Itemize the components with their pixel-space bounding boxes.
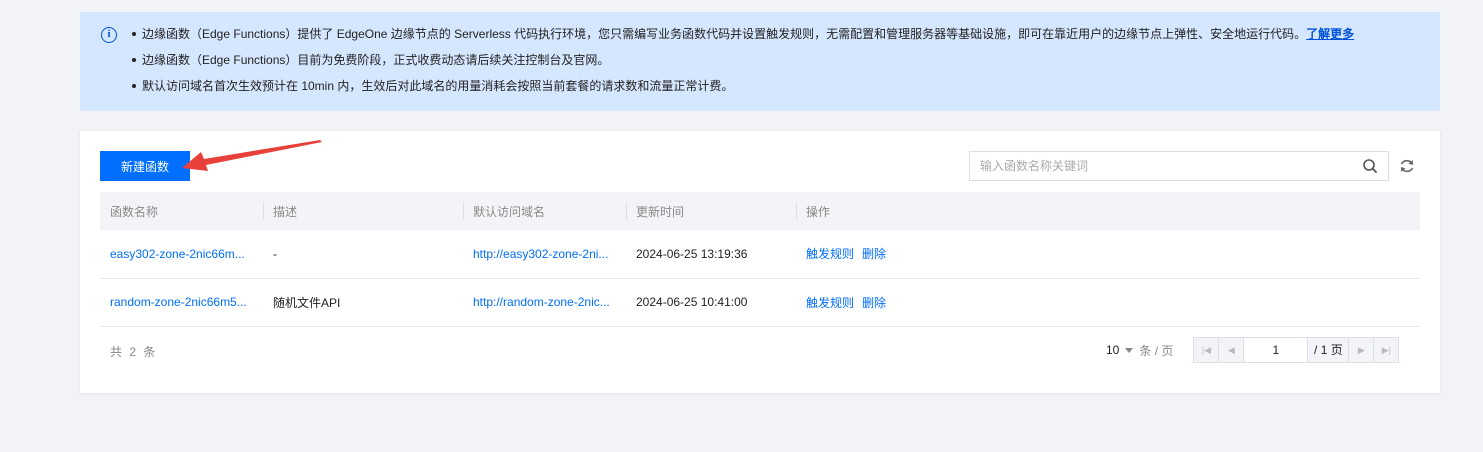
- info-icon: i: [101, 27, 117, 43]
- bullet-dot: [132, 57, 136, 62]
- column-divider: [463, 202, 464, 220]
- caret-down-icon: [1125, 347, 1134, 353]
- header-label: 描述: [273, 204, 298, 219]
- search-box: [969, 151, 1389, 181]
- description-cell: -: [273, 246, 277, 261]
- column-divider: [263, 202, 264, 220]
- notice-list: 边缘函数（Edge Functions）提供了 EdgeOne 边缘节点的 Se…: [132, 25, 1354, 103]
- header-description: 描述: [263, 192, 463, 230]
- page-size-select[interactable]: 10: [1106, 343, 1139, 357]
- notice-text: 默认访问域名首次生效预计在 10min 内，生效后对此域名的用量消耗会按照当前套…: [142, 79, 734, 93]
- learn-more-link[interactable]: 了解更多: [1306, 27, 1354, 41]
- header-function-name: 函数名称: [110, 204, 159, 219]
- notice-item: 边缘函数（Edge Functions）目前为免费阶段，正式收费动态请后续关注控…: [132, 51, 1354, 77]
- page-size-unit: 条 / 页: [1139, 343, 1174, 358]
- operations-cell: 触发规则 删除: [796, 278, 1420, 326]
- header-default-domain: 默认访问域名: [463, 192, 626, 230]
- function-name-link[interactable]: easy302-zone-2nic66m...: [110, 247, 245, 261]
- create-function-button[interactable]: 新建函数: [100, 151, 190, 181]
- notice-text: 边缘函数（Edge Functions）提供了 EdgeOne 边缘节点的 Se…: [142, 27, 1307, 41]
- table-row: random-zone-2nic66m5... 随机文件API http://r…: [100, 278, 1420, 326]
- search-input[interactable]: [970, 152, 1350, 180]
- page-size-value: 10: [1106, 343, 1120, 357]
- prev-page-icon[interactable]: ◀: [1219, 338, 1245, 362]
- table-row: easy302-zone-2nic66m... - http://easy302…: [100, 230, 1420, 278]
- total-pages: / 1 页: [1308, 338, 1349, 362]
- refresh-icon[interactable]: [1398, 157, 1416, 175]
- header-label: 更新时间: [636, 204, 685, 219]
- column-divider: [626, 202, 627, 220]
- notice-item: 边缘函数（Edge Functions）提供了 EdgeOne 边缘节点的 Se…: [132, 25, 1354, 51]
- updated-time-cell: 2024-06-25 10:41:00: [636, 295, 748, 309]
- domain-cell: http://easy302-zone-2ni...: [463, 230, 626, 278]
- page-navigator: |◀ ◀ / 1 页 ▶ ▶|: [1193, 337, 1400, 363]
- function-name-cell: random-zone-2nic66m5...: [100, 278, 263, 326]
- header-updated-time: 更新时间: [626, 192, 796, 230]
- header-label: 操作: [806, 204, 831, 219]
- pagination: 10 条 / 页 |◀ ◀ / 1 页 ▶ ▶|: [1106, 337, 1400, 363]
- function-name-cell: easy302-zone-2nic66m...: [100, 230, 263, 278]
- functions-table: 函数名称 描述 默认访问域名 更新时间 操作 easy302-zone-2nic…: [100, 192, 1420, 327]
- column-divider: [796, 202, 797, 220]
- header-operations: 操作: [796, 192, 1420, 230]
- updated-time-cell: 2024-06-25 13:19:36: [636, 246, 748, 261]
- domain-cell: http://random-zone-2nic...: [463, 278, 626, 326]
- domain-link[interactable]: http://random-zone-2nic...: [473, 295, 610, 309]
- domain-link[interactable]: http://easy302-zone-2ni...: [473, 247, 608, 261]
- description-cell: 随机文件API: [273, 295, 341, 310]
- operations-cell: 触发规则 删除: [796, 230, 1420, 278]
- total-count: 共 2 条: [110, 345, 158, 359]
- function-name-link[interactable]: random-zone-2nic66m5...: [110, 295, 247, 309]
- page-number-input[interactable]: [1244, 338, 1309, 362]
- last-page-icon[interactable]: ▶|: [1373, 338, 1398, 362]
- notice-banner: i 边缘函数（Edge Functions）提供了 EdgeOne 边缘节点的 …: [80, 12, 1440, 111]
- notice-item: 默认访问域名首次生效预计在 10min 内，生效后对此域名的用量消耗会按照当前套…: [132, 77, 1354, 103]
- trigger-rules-link[interactable]: 触发规则: [806, 247, 854, 261]
- search-icon[interactable]: [1362, 158, 1378, 174]
- trigger-rules-link[interactable]: 触发规则: [806, 296, 854, 310]
- delete-link[interactable]: 删除: [862, 247, 886, 261]
- next-page-icon[interactable]: ▶: [1348, 338, 1373, 362]
- bullet-dot: [132, 31, 136, 36]
- bullet-dot: [132, 83, 136, 88]
- annotation-arrow: [182, 140, 322, 171]
- header-label: 默认访问域名: [473, 204, 546, 219]
- notice-text: 边缘函数（Edge Functions）目前为免费阶段，正式收费动态请后续关注控…: [142, 53, 610, 67]
- table-header-row: 函数名称 描述 默认访问域名 更新时间 操作: [100, 192, 1420, 230]
- delete-link[interactable]: 删除: [862, 296, 886, 310]
- first-page-icon[interactable]: |◀: [1194, 338, 1220, 362]
